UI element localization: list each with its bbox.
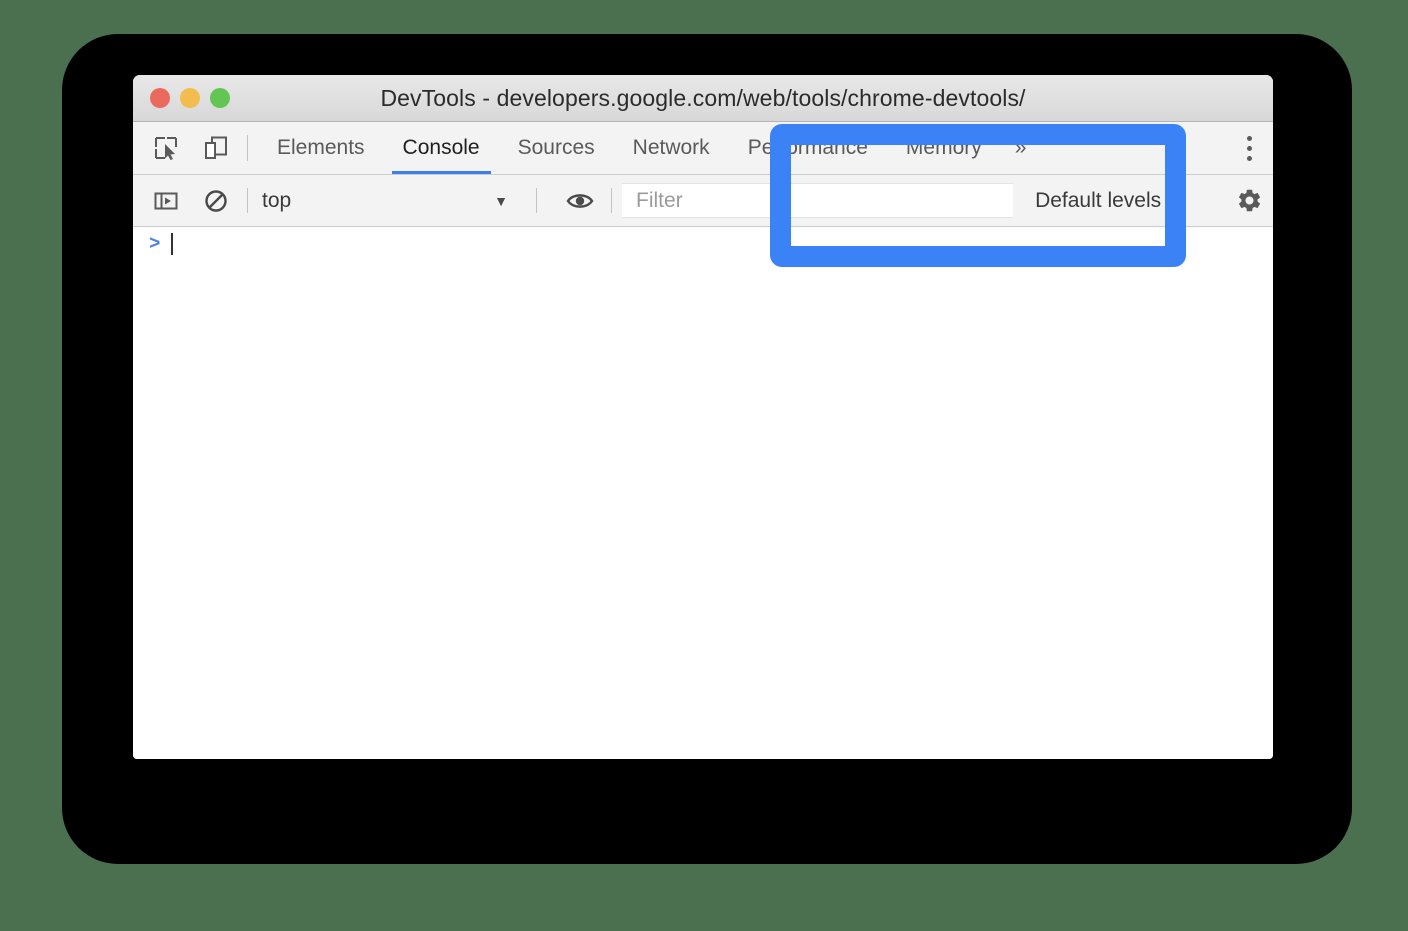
filterbar-right-group — [1202, 175, 1273, 226]
devtools-tabstrip: Elements Console Sources Network Perform… — [133, 122, 1273, 175]
log-level-label: Default levels — [1035, 188, 1162, 212]
tab-console-label: Console — [402, 136, 480, 159]
console-prompt-row[interactable]: > — [133, 227, 1273, 261]
kebab-dot-3 — [1246, 155, 1252, 161]
console-output-area[interactable]: > — [133, 227, 1273, 759]
tabstrip-divider — [247, 135, 248, 161]
tab-console[interactable]: Console — [384, 122, 499, 174]
tabstrip-right-group — [1202, 122, 1273, 174]
clear-console-icon[interactable] — [197, 182, 235, 220]
tab-elements-label: Elements — [277, 136, 365, 159]
console-filter-toolbar: top ▼ Filter Default levels ▼ — [133, 175, 1273, 227]
filter-input[interactable]: Filter — [622, 183, 1014, 218]
filterbar-divider-2 — [536, 188, 537, 213]
filterbar-divider-3 — [611, 188, 612, 213]
window-titlebar: DevTools - developers.google.com/web/too… — [133, 75, 1273, 122]
kebab-menu-icon[interactable] — [1225, 122, 1273, 174]
chevron-down-icon: ▼ — [494, 192, 508, 209]
more-tabs-label: » — [1014, 136, 1027, 159]
kebab-dot-2 — [1246, 145, 1252, 151]
tab-memory[interactable]: Memory — [887, 122, 1001, 174]
tabstrip-tool-icons — [133, 122, 235, 174]
tab-performance-label: Performance — [747, 136, 868, 159]
tab-sources[interactable]: Sources — [499, 122, 614, 174]
execution-context-value: top — [262, 188, 292, 212]
console-sidebar-icon[interactable] — [147, 182, 185, 220]
panel-tabs: Elements Console Sources Network Perform… — [258, 122, 1202, 174]
filterbar-left-icons — [133, 175, 235, 226]
tab-network-label: Network — [632, 136, 710, 159]
tab-network[interactable]: Network — [614, 122, 729, 174]
log-level-selector[interactable]: Default levels ▼ — [1013, 175, 1202, 226]
inspect-element-icon[interactable] — [147, 129, 185, 167]
tab-elements[interactable]: Elements — [258, 122, 384, 174]
tab-performance[interactable]: Performance — [729, 122, 887, 174]
window-title: DevTools - developers.google.com/web/too… — [380, 84, 1026, 111]
live-expression-eye-icon[interactable] — [561, 182, 599, 220]
chevron-down-icon: ▼ — [1170, 192, 1184, 209]
filterbar-divider-1 — [247, 188, 248, 213]
device-toolbar-icon[interactable] — [197, 129, 235, 167]
filterbar-eye-group — [547, 175, 599, 226]
settings-gear-icon[interactable] — [1225, 175, 1273, 226]
devtools-window: DevTools - developers.google.com/web/too… — [133, 75, 1273, 759]
console-prompt-arrow-icon: > — [149, 233, 161, 255]
tab-memory-label: Memory — [905, 136, 982, 159]
tab-sources-label: Sources — [517, 136, 595, 159]
execution-context-selector[interactable]: top ▼ — [258, 175, 524, 226]
kebab-dot-1 — [1246, 135, 1252, 141]
more-tabs-button[interactable]: » — [1001, 122, 1041, 174]
console-text-caret — [171, 233, 174, 255]
